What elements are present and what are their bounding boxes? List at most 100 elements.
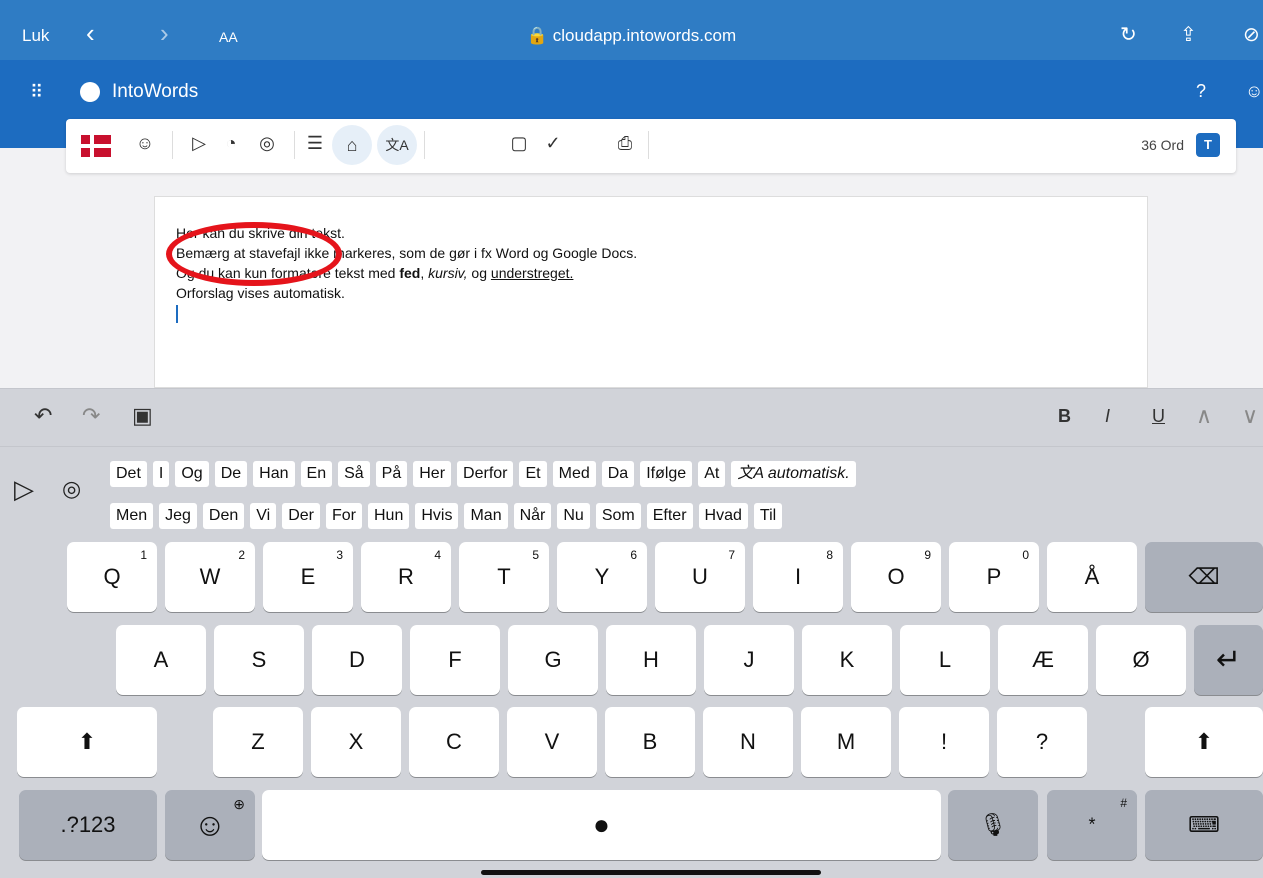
suggestion-chip[interactable]: Derfor: [457, 461, 514, 487]
suggestion-chip[interactable]: Efter: [646, 503, 693, 529]
key-p[interactable]: P0: [949, 542, 1039, 612]
key-æ[interactable]: Æ: [998, 625, 1088, 695]
key-l[interactable]: L: [900, 625, 990, 695]
key-v[interactable]: V: [507, 707, 597, 777]
suggestion-chip[interactable]: Da: [601, 461, 635, 487]
key-s[interactable]: S: [214, 625, 304, 695]
speech-bubble-icon[interactable]: ◎: [62, 476, 81, 502]
suggestion-chip[interactable]: For: [326, 503, 362, 529]
key-å[interactable]: Å: [1047, 542, 1137, 612]
suggestion-chip[interactable]: Han: [253, 461, 295, 487]
suggestion-chip[interactable]: En: [300, 461, 333, 487]
space-bar[interactable]: ●: [262, 790, 941, 860]
key-w[interactable]: W2: [165, 542, 255, 612]
suggestion-chip[interactable]: Hvis: [415, 503, 459, 529]
document-page[interactable]: Her kan du skrive din tekst. Bemærg at s…: [154, 196, 1148, 388]
key-t[interactable]: T5: [459, 542, 549, 612]
voice-icon[interactable]: ☺: [132, 133, 158, 154]
key-f[interactable]: F: [410, 625, 500, 695]
key-j[interactable]: J: [704, 625, 794, 695]
app-grid-icon[interactable]: ⠿: [30, 82, 43, 103]
speed-icon[interactable]: ◔: [218, 133, 244, 154]
redo-icon[interactable]: ↷: [82, 403, 100, 429]
key-m[interactable]: M: [801, 707, 891, 777]
suggestion-chip[interactable]: Ifølge: [640, 461, 693, 487]
numbers-key[interactable]: .?123: [19, 790, 157, 860]
suggestion-chip[interactable]: På: [375, 461, 408, 487]
bold-button[interactable]: B: [1058, 406, 1071, 427]
key-h[interactable]: H: [606, 625, 696, 695]
key-y[interactable]: Y6: [557, 542, 647, 612]
suggestion-chip[interactable]: Hun: [368, 503, 410, 529]
italic-button[interactable]: I: [1105, 406, 1110, 427]
up-icon[interactable]: ∧: [1196, 403, 1212, 429]
key-d[interactable]: D: [312, 625, 402, 695]
star-key[interactable]: * #: [1047, 790, 1137, 860]
suggestion-chip[interactable]: Der: [282, 503, 320, 529]
key-i[interactable]: I8: [753, 542, 843, 612]
key-o[interactable]: O9: [851, 542, 941, 612]
key-q[interactable]: Q1: [67, 542, 157, 612]
print-icon[interactable]: ⎙: [612, 133, 638, 154]
suggestion-chip[interactable]: Man: [464, 503, 508, 529]
learn-icon[interactable]: ⌂: [332, 125, 372, 165]
suggestion-chip[interactable]: Den: [202, 503, 245, 529]
key-punct[interactable]: ?: [997, 707, 1087, 777]
key-k[interactable]: K: [802, 625, 892, 695]
return-icon[interactable]: ↵: [1194, 625, 1263, 695]
suggestion-chip[interactable]: Vi: [250, 503, 277, 529]
suggestion-chip[interactable]: Så: [338, 461, 370, 487]
key-e[interactable]: E3: [263, 542, 353, 612]
key-punct[interactable]: !: [899, 707, 989, 777]
compass-icon[interactable]: ⊘: [1243, 22, 1260, 47]
underline-button[interactable]: U: [1152, 406, 1165, 427]
suggestion-chip[interactable]: 文A automatisk.: [731, 461, 856, 487]
suggestion-chip[interactable]: Her: [413, 461, 452, 487]
backspace-icon[interactable]: ⌫: [1145, 542, 1263, 612]
key-b[interactable]: B: [605, 707, 695, 777]
suggestion-chip[interactable]: Et: [519, 461, 547, 487]
t-button[interactable]: T: [1196, 133, 1220, 157]
key-g[interactable]: G: [508, 625, 598, 695]
key-c[interactable]: C: [409, 707, 499, 777]
paste-icon[interactable]: ▣: [132, 403, 153, 429]
danish-flag-icon[interactable]: [81, 135, 111, 157]
translate-icon[interactable]: 文A: [377, 125, 417, 165]
prediction-icon[interactable]: ◎: [254, 133, 280, 154]
key-ø[interactable]: Ø: [1096, 625, 1186, 695]
suggestion-chip[interactable]: Med: [552, 461, 596, 487]
suggestion-chip[interactable]: De: [214, 461, 248, 487]
play-icon[interactable]: ▷: [186, 133, 212, 154]
share-icon[interactable]: ⇪: [1180, 22, 1197, 47]
key-a[interactable]: A: [116, 625, 206, 695]
shift-icon[interactable]: ⬆: [17, 707, 157, 777]
key-x[interactable]: X: [311, 707, 401, 777]
suggestion-chip[interactable]: Som: [595, 503, 641, 529]
url-field[interactable]: 🔒 cloudapp.intowords.com: [0, 26, 1263, 46]
shift-icon[interactable]: ⬆: [1145, 707, 1263, 777]
reload-icon[interactable]: ↻: [1120, 22, 1137, 47]
undo-icon[interactable]: ↶: [34, 403, 52, 429]
help-icon[interactable]: ?: [1196, 81, 1206, 102]
folder-icon[interactable]: ▢: [506, 133, 532, 154]
suggestion-chip[interactable]: At: [698, 461, 726, 487]
hide-keyboard-icon[interactable]: ⌨: [1145, 790, 1263, 860]
suggestion-chip[interactable]: I: [152, 461, 170, 487]
suggestion-chip[interactable]: Nu: [557, 503, 590, 529]
key-r[interactable]: R4: [361, 542, 451, 612]
key-z[interactable]: Z: [213, 707, 303, 777]
suggestion-chip[interactable]: Hvad: [698, 503, 748, 529]
suggestion-chip[interactable]: Jeg: [159, 503, 197, 529]
play-suggestions-icon[interactable]: ▷: [14, 474, 34, 505]
list-icon[interactable]: ☰: [302, 133, 328, 154]
suggestion-chip[interactable]: Og: [175, 461, 209, 487]
emoji-icon[interactable]: ☺ ⊕: [165, 790, 255, 860]
suggestion-chip[interactable]: Til: [753, 503, 783, 529]
suggestion-chip[interactable]: Men: [110, 503, 154, 529]
key-n[interactable]: N: [703, 707, 793, 777]
account-icon[interactable]: ☺: [1245, 81, 1263, 102]
down-icon[interactable]: ∨: [1242, 403, 1258, 429]
suggestion-chip[interactable]: Når: [513, 503, 552, 529]
check-icon[interactable]: ✓: [540, 133, 566, 154]
microphone-icon[interactable]: 🎙: [948, 790, 1038, 860]
